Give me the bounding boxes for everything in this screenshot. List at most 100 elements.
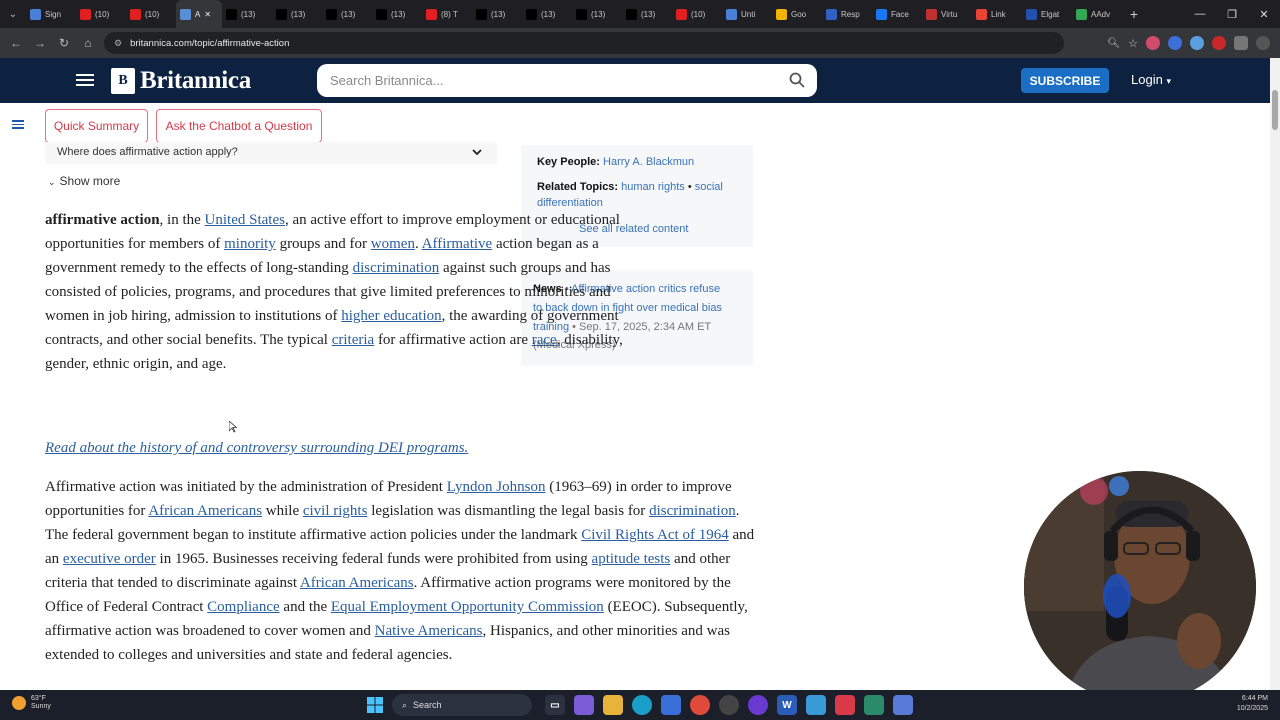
extension-icon[interactable] <box>1146 36 1160 50</box>
browser-tab[interactable]: (10) <box>76 0 126 28</box>
word-icon[interactable]: W <box>777 695 797 715</box>
task-view-icon[interactable]: ▭ <box>545 695 565 715</box>
profile-avatar[interactable] <box>1256 36 1270 50</box>
app-icon[interactable] <box>893 695 913 715</box>
reload-icon[interactable]: ↻ <box>52 36 76 50</box>
key-people-link[interactable]: Harry A. Blackmun <box>603 156 694 168</box>
browser-tab[interactable]: (13) <box>322 0 372 28</box>
browser-tab[interactable]: Resp <box>822 0 872 28</box>
zoom-icon[interactable]: 🔍︎ <box>1107 38 1120 49</box>
browser-tab[interactable]: (13) <box>372 0 422 28</box>
link-lyndon-johnson[interactable]: Lyndon Johnson <box>447 479 546 495</box>
browser-tab[interactable]: (10) <box>672 0 722 28</box>
link-native-americans[interactable]: Native Americans <box>375 623 483 639</box>
extension-icon[interactable] <box>1212 36 1226 50</box>
faq-question[interactable]: Where does affirmative action apply? <box>45 142 497 164</box>
link-civil-rights-act[interactable]: Civil Rights Act of 1964 <box>581 527 729 543</box>
browser-tab[interactable]: A ✕ <box>176 0 222 28</box>
browser-tab[interactable]: (13) <box>272 0 322 28</box>
link-discrimination[interactable]: discrimination <box>649 503 736 519</box>
link-affirmative[interactable]: Affirmative <box>422 236 493 252</box>
quick-summary-button[interactable]: Quick Summary <box>45 109 148 143</box>
link-higher-education[interactable]: higher education <box>341 308 441 324</box>
extension-icon[interactable] <box>1190 36 1204 50</box>
browser-tab[interactable]: Elgat <box>1022 0 1072 28</box>
file-explorer-icon[interactable] <box>603 695 623 715</box>
browser-tab[interactable]: (13) <box>472 0 522 28</box>
browser-tab[interactable]: AAdv <box>1072 0 1122 28</box>
site-info-icon[interactable]: ⚙ <box>114 38 122 49</box>
chrome-icon[interactable] <box>690 695 710 715</box>
link-minority[interactable]: minority <box>224 236 276 252</box>
browser-tab[interactable]: (10) <box>126 0 176 28</box>
login-button[interactable]: Login ▾ <box>1131 72 1171 87</box>
forward-icon[interactable]: → <box>28 36 52 50</box>
page-scrollbar[interactable] <box>1270 58 1280 690</box>
system-clock[interactable]: 6:44 PM 10/2/2025 <box>1237 694 1268 714</box>
search-icon[interactable] <box>789 72 805 88</box>
browser-tab[interactable]: Virtu <box>922 0 972 28</box>
app-icon[interactable] <box>748 695 768 715</box>
article-term: affirmative action <box>45 212 160 228</box>
browser-tab[interactable]: Goo <box>772 0 822 28</box>
menu-icon[interactable] <box>76 71 94 89</box>
copilot-icon[interactable] <box>574 695 594 715</box>
show-more-button[interactable]: ⌄ Show more <box>48 174 120 188</box>
browser-tab[interactable]: Face <box>872 0 922 28</box>
new-tab-icon[interactable]: + <box>1122 6 1146 22</box>
bookmark-star-icon[interactable]: ☆ <box>1128 37 1138 50</box>
chatbot-button[interactable]: Ask the Chatbot a Question <box>156 109 322 143</box>
app-icon[interactable] <box>719 695 739 715</box>
link-eeoc[interactable]: Equal Employment Opportunity Commission <box>331 599 604 615</box>
related-topic-link[interactable]: social <box>695 181 723 193</box>
search-input[interactable] <box>317 64 757 97</box>
link-united-states[interactable]: United States <box>205 212 285 228</box>
extension-icon[interactable] <box>1168 36 1182 50</box>
close-tab-icon[interactable]: ✕ <box>204 10 211 19</box>
related-topics-label: Related Topics: <box>537 181 619 193</box>
tab-search-icon[interactable]: ⌄ <box>0 0 26 28</box>
link-executive-order[interactable]: executive order <box>63 551 156 567</box>
tab-favicon-icon <box>1026 8 1037 20</box>
link-discrimination[interactable]: discrimination <box>353 260 440 276</box>
link-african-americans[interactable]: African Americans <box>148 503 262 519</box>
address-bar[interactable]: ⚙ britannica.com/topic/affirmative-actio… <box>104 32 1064 54</box>
app-icon[interactable] <box>864 695 884 715</box>
browser-tab[interactable]: Sign <box>26 0 76 28</box>
weather-widget[interactable]: 63°F Sunny <box>12 695 51 711</box>
minimize-icon[interactable]: — <box>1184 0 1216 28</box>
taskbar-search[interactable]: ⌕ Search <box>392 694 532 716</box>
browser-tab[interactable]: (13) <box>572 0 622 28</box>
link-aptitude-tests[interactable]: aptitude tests <box>592 551 671 567</box>
browser-tab[interactable]: Unti <box>722 0 772 28</box>
store-icon[interactable] <box>661 695 681 715</box>
app-icon[interactable] <box>835 695 855 715</box>
close-window-icon[interactable]: ✕ <box>1248 0 1280 28</box>
link-african-americans[interactable]: African Americans <box>300 575 414 591</box>
app-icon[interactable] <box>806 695 826 715</box>
link-race[interactable]: race <box>532 332 557 348</box>
edge-icon[interactable] <box>632 695 652 715</box>
home-icon[interactable]: ⌂ <box>76 36 100 50</box>
browser-tab[interactable]: (8) T <box>422 0 472 28</box>
extensions-puzzle-icon[interactable] <box>1234 36 1248 50</box>
subscribe-button[interactable]: SUBSCRIBE <box>1021 68 1109 93</box>
tab-favicon-icon <box>676 8 687 20</box>
britannica-logo[interactable]: B Britannica <box>111 67 251 95</box>
link-criteria[interactable]: criteria <box>332 332 374 348</box>
scroll-thumb[interactable] <box>1272 90 1278 130</box>
browser-tab[interactable]: Link <box>972 0 1022 28</box>
table-of-contents-icon[interactable] <box>12 120 24 130</box>
link-women[interactable]: women <box>371 236 415 252</box>
browser-tab[interactable]: (13) <box>222 0 272 28</box>
back-icon[interactable]: ← <box>4 36 28 50</box>
link-compliance[interactable]: Compliance <box>207 599 279 615</box>
read-about-dei-link[interactable]: Read about the history of and controvers… <box>45 440 468 457</box>
browser-tab[interactable]: (13) <box>522 0 572 28</box>
related-topic-link[interactable]: human rights <box>621 181 685 193</box>
maximize-icon[interactable]: ❐ <box>1216 0 1248 28</box>
windows-start-icon[interactable] <box>367 697 383 713</box>
browser-tab[interactable]: (13) <box>622 0 672 28</box>
tab-title: Unti <box>741 9 756 19</box>
link-civil-rights[interactable]: civil rights <box>303 503 368 519</box>
